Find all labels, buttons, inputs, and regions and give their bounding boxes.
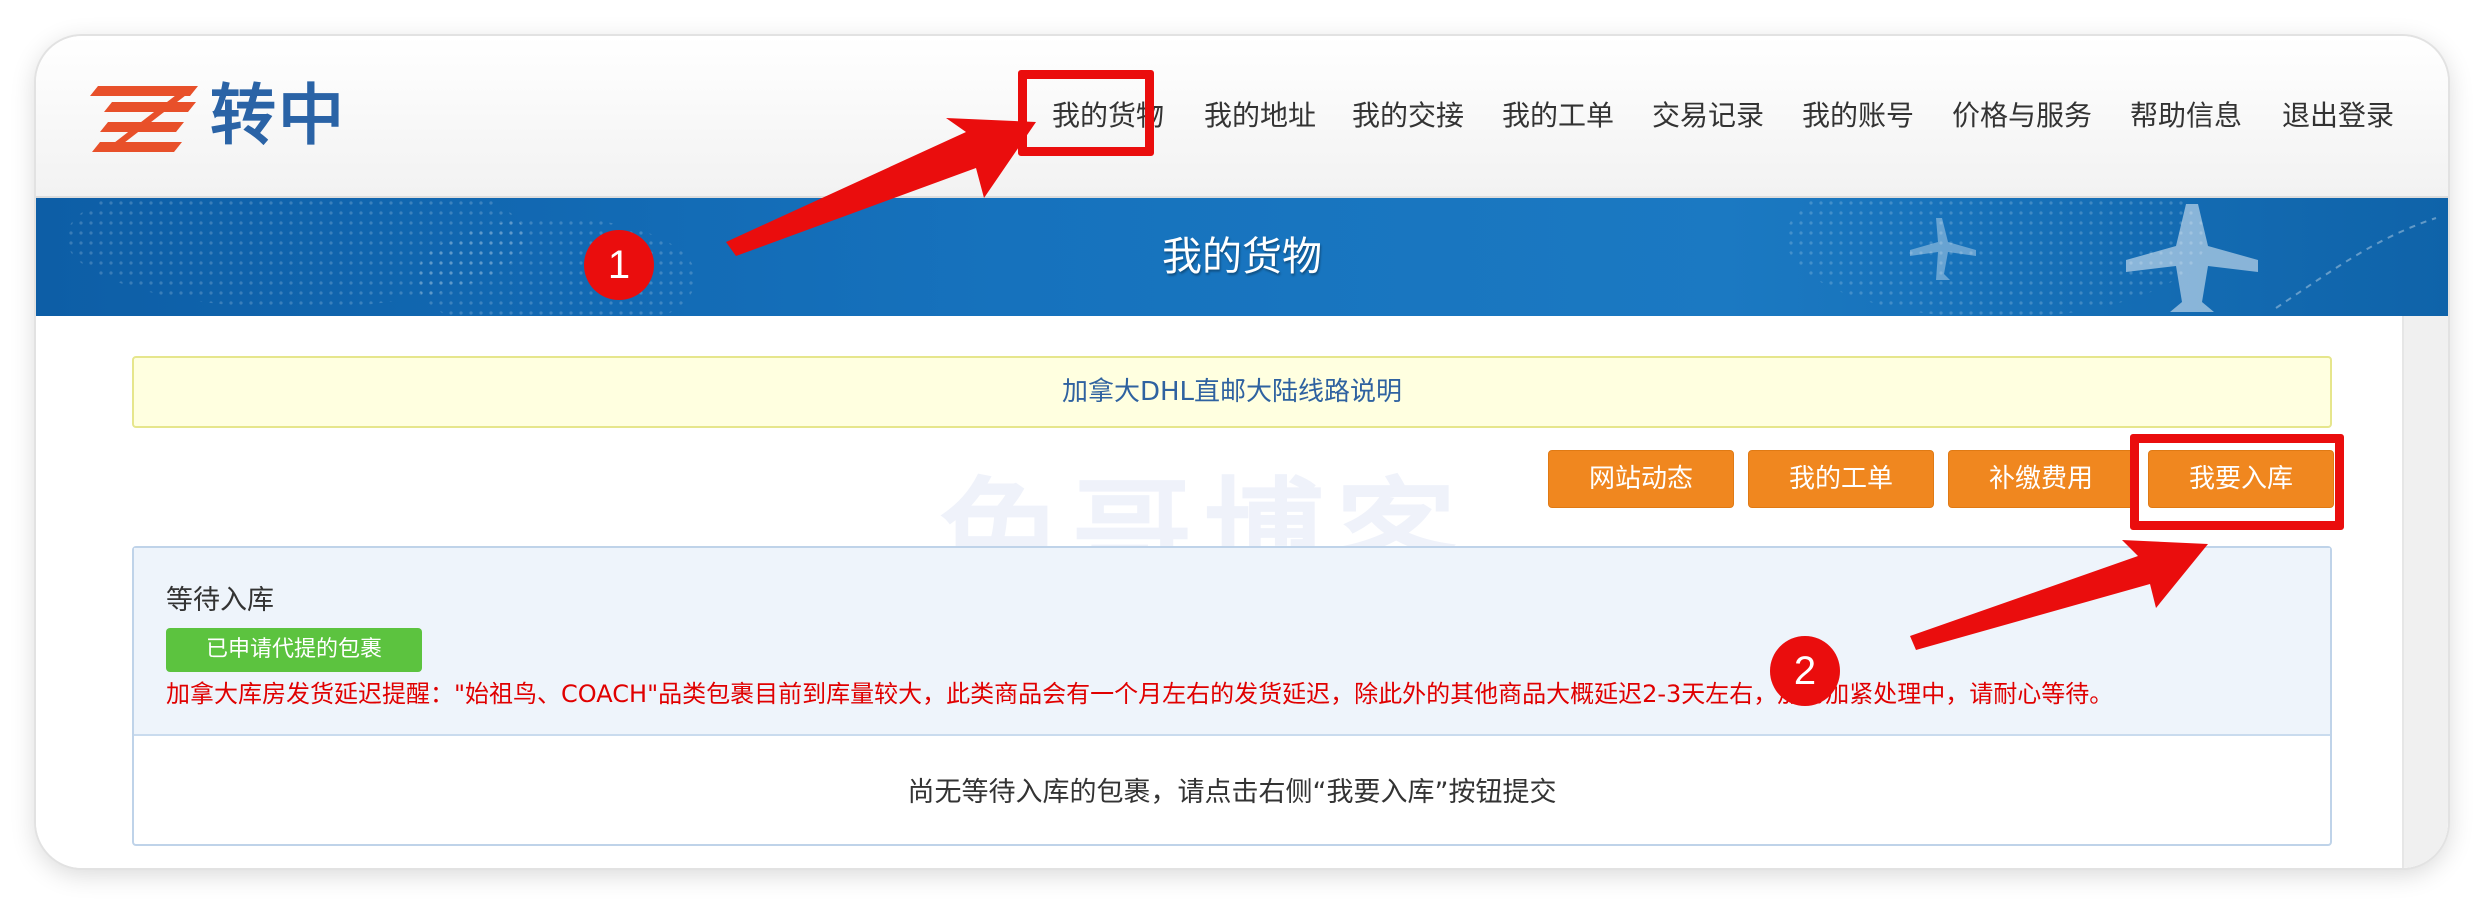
arrow-2-icon bbox=[1910, 540, 2208, 650]
annotation-marker-1: 1 bbox=[584, 230, 654, 300]
browser-window: 转中 我的货物 我的地址 我的交接 我的工单 交易记录 我的账号 价格与服务 帮… bbox=[36, 36, 2448, 868]
arrow-1-icon bbox=[726, 118, 1036, 256]
annotation-arrows bbox=[726, 118, 2208, 650]
annotation-marker-2: 2 bbox=[1770, 636, 1840, 706]
